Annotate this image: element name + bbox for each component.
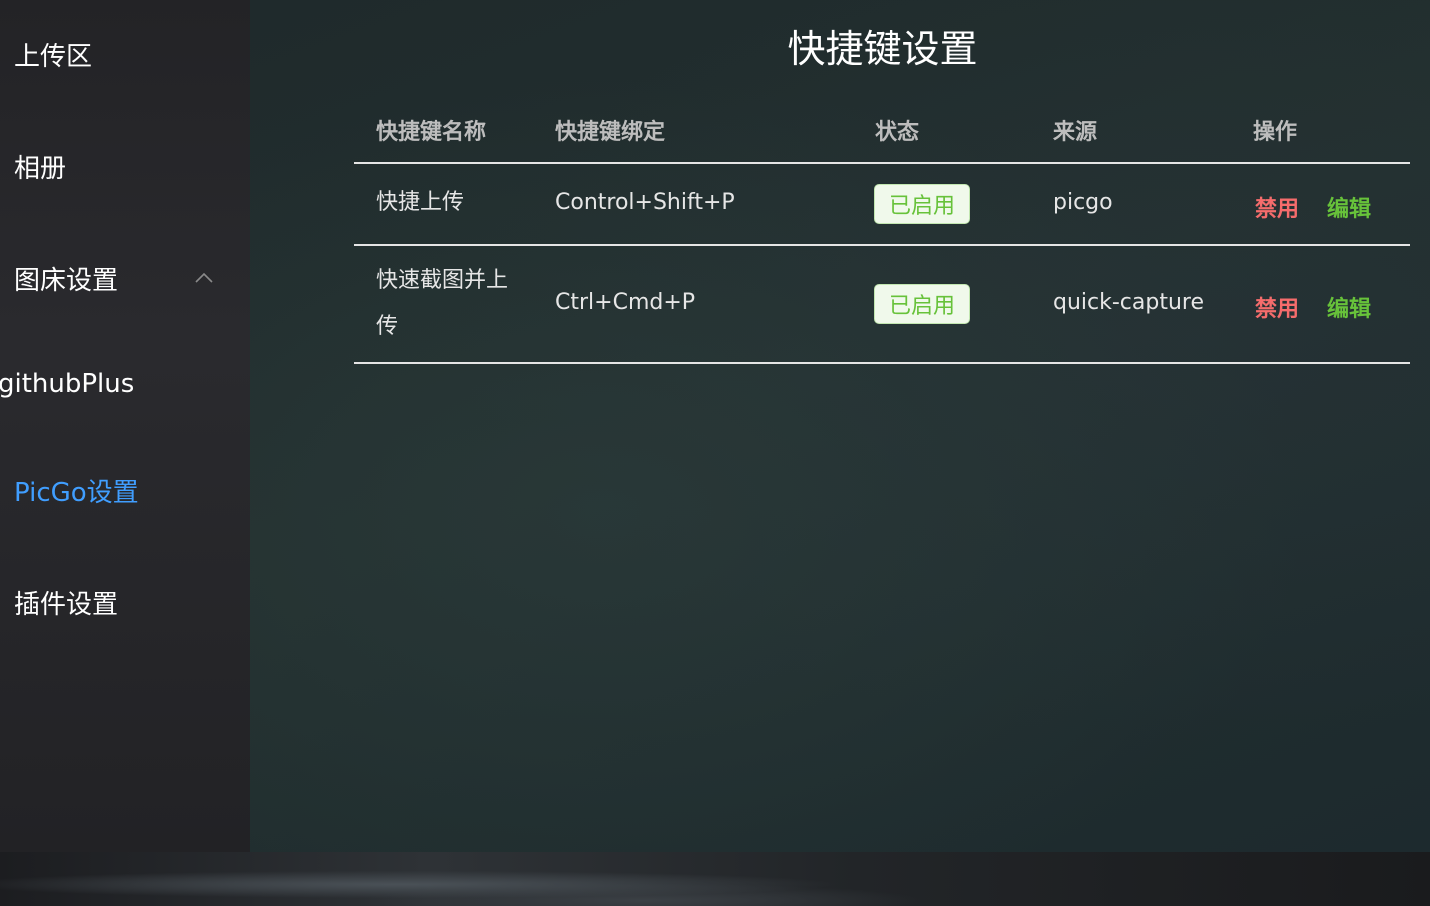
column-header-name: 快捷键名称 xyxy=(376,120,487,145)
column-header-source: 来源 xyxy=(1053,120,1098,145)
sidebar-item-picgo-settings[interactable]: PicGo设置 xyxy=(0,460,250,520)
sidebar-item-label: 相册 xyxy=(14,153,67,184)
column-header-actions: 操作 xyxy=(1253,120,1298,145)
sidebar-item-label: 插件设置 xyxy=(14,589,119,620)
shortcut-source: picgo xyxy=(1053,190,1113,215)
shortcut-table: 快捷键名称 快捷键绑定 状态 来源 操作 快捷上传 Control+Shift+… xyxy=(354,96,1410,364)
sidebar-item-label: 图床设置 xyxy=(14,265,119,296)
edit-button[interactable]: 编辑 xyxy=(1327,191,1371,223)
chevron-up-icon[interactable] xyxy=(192,266,216,290)
shortcut-name: 快捷上传 xyxy=(376,190,465,215)
shortcut-binding: Ctrl+Cmd+P xyxy=(555,290,696,315)
sidebar: 上传区 相册 图床设置 githubPlus PicGo设置 插件设置 xyxy=(0,0,250,852)
sidebar-item-picbed-settings[interactable]: 图床设置 xyxy=(0,248,250,308)
disable-button[interactable]: 禁用 xyxy=(1255,191,1299,223)
table-header: 快捷键名称 快捷键绑定 状态 来源 操作 xyxy=(354,96,1410,164)
status-badge: 已启用 xyxy=(874,184,970,224)
shortcut-name: 快速截图并上传 xyxy=(376,268,509,339)
sidebar-item-plugin-settings[interactable]: 插件设置 xyxy=(0,572,250,632)
column-header-binding: 快捷键绑定 xyxy=(555,120,666,145)
edit-button[interactable]: 编辑 xyxy=(1327,291,1371,323)
column-header-status: 状态 xyxy=(875,120,920,145)
app-window: 上传区 相册 图床设置 githubPlus PicGo设置 插件设置 快捷键设… xyxy=(0,0,1430,906)
sidebar-item-upload[interactable]: 上传区 xyxy=(0,24,250,84)
disable-button[interactable]: 禁用 xyxy=(1255,291,1299,323)
sidebar-item-githubplus[interactable]: githubPlus xyxy=(0,354,250,414)
background-image-strip xyxy=(0,852,1430,906)
sidebar-item-label: PicGo设置 xyxy=(14,477,139,508)
main-content: 快捷键设置 快捷键名称 快捷键绑定 状态 来源 操作 快捷上传 Control+… xyxy=(250,0,1430,852)
status-badge: 已启用 xyxy=(874,284,970,324)
shortcut-source: quick-capture xyxy=(1053,290,1205,315)
sidebar-item-label: githubPlus xyxy=(0,369,135,399)
sidebar-item-gallery[interactable]: 相册 xyxy=(0,136,250,196)
page-title: 快捷键设置 xyxy=(787,27,978,71)
sidebar-item-label: 上传区 xyxy=(14,41,93,72)
table-row: 快速截图并上传 Ctrl+Cmd+P 已启用 quick-capture 禁用 … xyxy=(354,246,1410,364)
shortcut-binding: Control+Shift+P xyxy=(555,190,735,215)
table-row: 快捷上传 Control+Shift+P 已启用 picgo 禁用 编辑 xyxy=(354,164,1410,246)
